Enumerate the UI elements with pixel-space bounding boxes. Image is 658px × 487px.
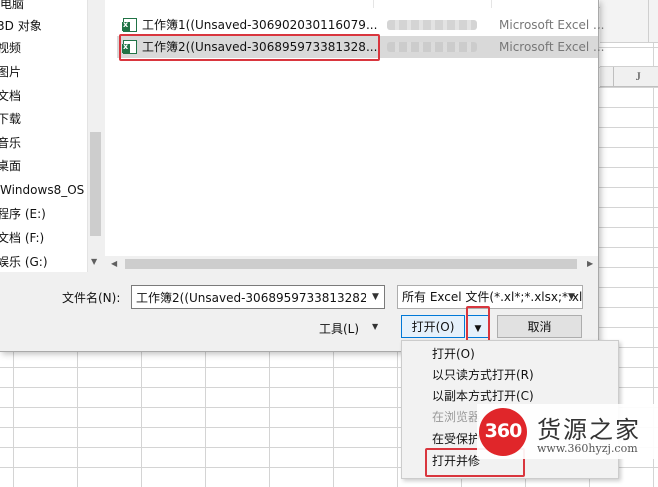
watermark-logo-text: 360 bbox=[484, 420, 523, 442]
nav-item-drive-f[interactable]: 文档 (F:) bbox=[0, 227, 44, 249]
chevron-down-icon[interactable]: ▼ bbox=[372, 292, 379, 302]
file-type: Microsoft Excel ... bbox=[499, 18, 605, 32]
watermark-title: 货源之家 bbox=[537, 416, 641, 444]
file-list: 工作簿1((Unsaved-306902030116079... Microso… bbox=[105, 0, 604, 256]
file-name: 工作簿1((Unsaved-306902030116079... bbox=[142, 18, 378, 32]
excel-file-icon bbox=[122, 18, 137, 32]
ribbon-divider bbox=[648, 0, 649, 42]
file-type: Microsoft Excel ... bbox=[499, 40, 605, 54]
tools-dropdown-icon[interactable]: ▼ bbox=[372, 322, 378, 331]
horizontal-scroll-thumb[interactable] bbox=[125, 259, 577, 269]
menu-item-open-read-only[interactable]: 以只读方式打开(R) bbox=[432, 364, 534, 386]
menu-item-open-in-browser: 在浏览器 bbox=[432, 410, 481, 424]
file-type-filter-value: 所有 Excel 文件(*.xl*;*.xlsx;*.xl bbox=[402, 290, 583, 304]
nav-item-videos[interactable]: 视频 bbox=[0, 37, 21, 59]
nav-scroll-thumb[interactable] bbox=[90, 132, 101, 236]
excel-ribbon bbox=[600, 0, 658, 43]
open-file-dialog: 电脑 3D 对象 视频 图片 文档 下载 音乐 桌面 Windows8_OS (… bbox=[0, 0, 604, 352]
scroll-left-icon[interactable]: ◀ bbox=[111, 259, 117, 268]
chevron-down-icon[interactable]: ▼ bbox=[568, 292, 575, 302]
nav-item-computer[interactable]: 电脑 bbox=[0, 0, 24, 15]
nav-item-drive-e[interactable]: 程序 (E:) bbox=[0, 203, 46, 225]
nav-item-drive-c[interactable]: Windows8_OS (C bbox=[0, 179, 101, 201]
nav-scrollbar[interactable]: ▼ bbox=[87, 0, 103, 272]
file-list-horizontal-scrollbar[interactable]: ◀ ▶ bbox=[105, 256, 598, 272]
watermark: 360 货源之家 www.360hyzj.com bbox=[477, 404, 658, 459]
filename-label: 文件名(N): bbox=[62, 291, 121, 305]
nav-item-3d-objects[interactable]: 3D 对象 bbox=[0, 15, 42, 37]
scroll-right-icon[interactable]: ▶ bbox=[587, 259, 593, 268]
menu-item-open-protected-view[interactable]: 在受保护 bbox=[432, 428, 480, 450]
column-divider[interactable] bbox=[491, 0, 492, 8]
column-header-j[interactable]: J bbox=[636, 69, 641, 84]
scroll-down-icon[interactable]: ▼ bbox=[91, 257, 97, 266]
column-divider[interactable] bbox=[373, 0, 374, 8]
file-date-blurred bbox=[387, 20, 477, 30]
nav-item-drive-g[interactable]: 娱乐 (G:) bbox=[0, 251, 48, 272]
menu-item-open[interactable]: 打开(O) bbox=[432, 343, 475, 365]
file-date-blurred bbox=[387, 42, 477, 52]
dropdown-highlight-box bbox=[466, 306, 490, 344]
cancel-button[interactable]: 取消 bbox=[497, 315, 582, 338]
excel-column-header: J bbox=[600, 66, 658, 87]
column-separator bbox=[613, 67, 614, 86]
nav-item-downloads[interactable]: 下载 bbox=[0, 108, 21, 130]
selection-highlight-box bbox=[119, 34, 380, 61]
watermark-url: www.360hyzj.com bbox=[537, 442, 638, 455]
open-button[interactable]: 打开(O) bbox=[401, 315, 465, 338]
navigation-pane: 电脑 3D 对象 视频 图片 文档 下载 音乐 桌面 Windows8_OS (… bbox=[0, 0, 103, 272]
360-logo-icon: 360 bbox=[479, 408, 527, 456]
nav-item-documents[interactable]: 文档 bbox=[0, 85, 21, 107]
tools-menu-button[interactable]: 工具(L) bbox=[319, 320, 359, 337]
filename-input[interactable] bbox=[131, 285, 385, 309]
nav-item-desktop[interactable]: 桌面 bbox=[0, 155, 21, 177]
file-row[interactable]: 工作簿1((Unsaved-306902030116079... Microso… bbox=[117, 14, 604, 36]
nav-item-music[interactable]: 音乐 bbox=[0, 132, 21, 154]
file-type-filter-select[interactable]: 所有 Excel 文件(*.xl*;*.xlsx;*.xl bbox=[397, 285, 583, 309]
nav-item-pictures[interactable]: 图片 bbox=[0, 61, 21, 83]
file-list-column-headers bbox=[105, 0, 598, 8]
